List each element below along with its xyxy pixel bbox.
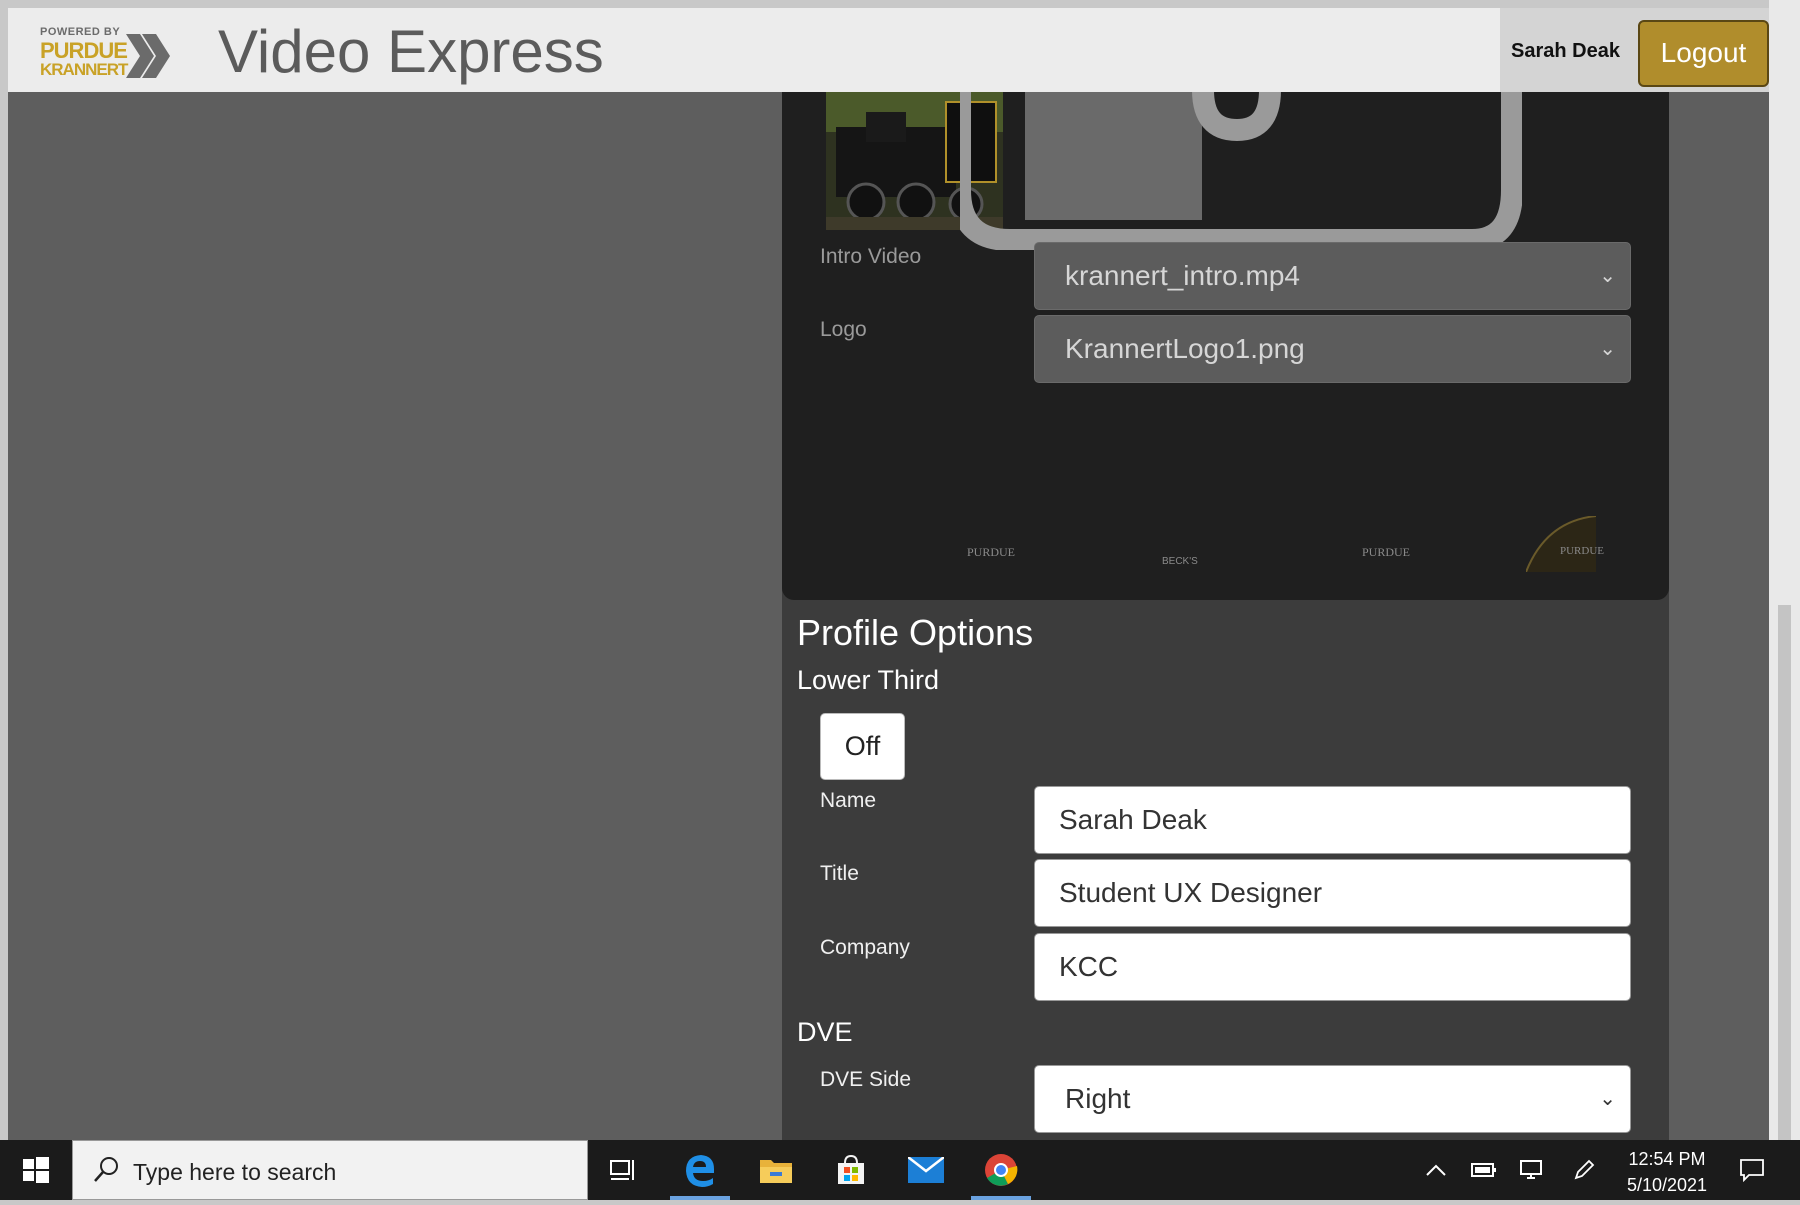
name-field[interactable]: Sarah Deak <box>1034 786 1631 854</box>
company-field[interactable]: KCC <box>1034 933 1631 1001</box>
dve-side-label: DVE Side <box>820 1068 912 1091</box>
pen-icon[interactable] <box>1570 1156 1598 1184</box>
intro-video-label: Intro Video <box>820 245 922 268</box>
dve-side-value: Right <box>1065 1083 1131 1114</box>
intro-video-select[interactable]: krannert_intro.mp4 ⌄ <box>1034 242 1631 310</box>
clock-date: 5/10/2021 <box>1626 1175 1708 1195</box>
logo-value: KrannertLogo1.png <box>1065 333 1305 364</box>
dve-side-select[interactable]: Right ⌄ <box>1034 1065 1631 1133</box>
scrollbar-thumb[interactable] <box>1778 605 1791 1140</box>
company-label: Company <box>820 936 910 959</box>
chevrons-icon <box>126 34 170 78</box>
chevron-up-icon[interactable] <box>1422 1156 1450 1184</box>
windows-logo-icon <box>23 1157 49 1183</box>
battery-icon[interactable] <box>1470 1156 1498 1184</box>
title-label: Title <box>820 862 859 885</box>
search-icon <box>94 1157 118 1182</box>
chrome-active-indicator <box>971 1196 1031 1200</box>
taskbar-clock[interactable]: 12:54 PM 5/10/2021 <box>1612 1146 1722 1198</box>
sponsor-corner-graphic <box>1526 516 1596 572</box>
logout-button[interactable]: Logout <box>1638 20 1769 87</box>
intro-video-value: krannert_intro.mp4 <box>1065 260 1301 291</box>
chevron-down-icon: ⌄ <box>1599 338 1616 360</box>
logo-select[interactable]: KrannertLogo1.png ⌄ <box>1034 315 1631 383</box>
mail-icon[interactable] <box>896 1140 956 1200</box>
purdue-krannert-logo[interactable]: POWERED BY PURDUE KRANNERT <box>40 18 180 80</box>
logo-label: Logo <box>820 318 867 341</box>
search-placeholder: Type here to search <box>133 1159 337 1185</box>
clock-time: 12:54 PM <box>1628 1149 1706 1169</box>
chevron-down-icon: ⌄ <box>1599 265 1616 287</box>
dve-heading: DVE <box>797 1017 853 1047</box>
user-name: Sarah Deak <box>1511 40 1620 62</box>
task-view-icon[interactable] <box>594 1140 654 1200</box>
sponsor-logo-becks: BECK'S <box>1162 556 1198 567</box>
sponsor-logo-purdue-3: PURDUE <box>1560 545 1605 557</box>
lower-third-heading: Lower Third <box>797 665 940 695</box>
sponsor-logo-purdue-2: PURDUE <box>1362 545 1411 559</box>
left-background <box>8 92 782 1140</box>
chevron-down-icon: ⌄ <box>1599 1088 1616 1110</box>
name-label: Name <box>820 789 877 812</box>
file-explorer-icon[interactable] <box>746 1140 806 1200</box>
taskbar-search[interactable]: Type here to search <box>72 1140 588 1200</box>
store-icon[interactable] <box>821 1140 881 1200</box>
edge-active-indicator <box>670 1196 730 1200</box>
start-button[interactable] <box>0 1140 72 1200</box>
title-field[interactable]: Student UX Designer <box>1034 859 1631 927</box>
notifications-icon[interactable] <box>1738 1156 1766 1184</box>
app-title: Video Express <box>218 18 604 85</box>
profile-options-title: Profile Options <box>797 612 1034 653</box>
right-background <box>1669 92 1769 1140</box>
lower-third-toggle[interactable]: Off <box>820 713 905 780</box>
app-header: POWERED BY PURDUE KRANNERT Video Express… <box>8 8 1769 92</box>
brand-powered-by: POWERED BY <box>40 26 121 38</box>
network-icon[interactable] <box>1518 1156 1546 1184</box>
edge-browser-icon[interactable] <box>670 1140 730 1200</box>
brand-krannert: KRANNERT <box>40 60 128 79</box>
chrome-icon[interactable] <box>971 1140 1031 1200</box>
sponsor-logo-purdue: PURDUE <box>967 545 1016 559</box>
